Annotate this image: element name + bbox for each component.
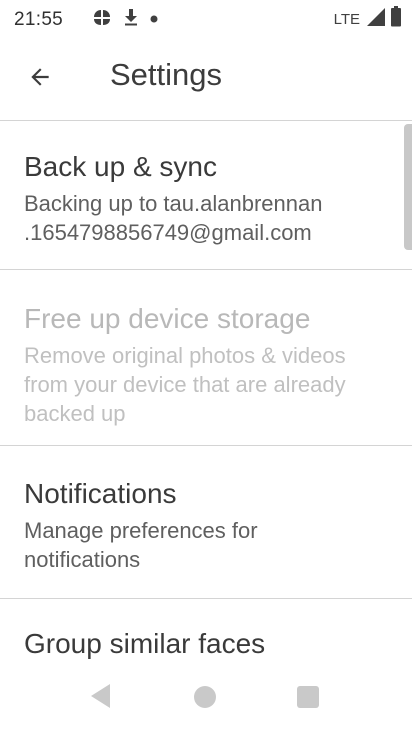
setting-subtitle-line: Manage preferences for bbox=[24, 518, 258, 543]
scrollbar[interactable] bbox=[404, 124, 412, 250]
system-nav-bar bbox=[0, 662, 412, 732]
setting-subtitle-line: notifications bbox=[24, 547, 141, 572]
setting-title: Group similar faces bbox=[24, 628, 266, 659]
arrow-back-icon bbox=[27, 64, 53, 95]
list-divider bbox=[0, 598, 412, 599]
list-divider bbox=[0, 445, 412, 446]
setting-subtitle: Remove original photos & videos from you… bbox=[24, 341, 404, 428]
status-notification-icons bbox=[92, 8, 158, 30]
nav-home-icon[interactable] bbox=[194, 686, 216, 708]
dot-icon bbox=[150, 10, 158, 28]
status-bar: 21:55 LTE bbox=[0, 0, 412, 40]
back-button[interactable] bbox=[14, 56, 66, 102]
setting-subtitle: Backing up to tau.alanbrennan .165479885… bbox=[24, 189, 404, 247]
app-bar: Settings bbox=[0, 40, 412, 118]
setting-notifications[interactable]: Notifications Manage preferences for not… bbox=[0, 477, 404, 574]
download-icon bbox=[124, 8, 138, 31]
setting-title: Free up device storage bbox=[24, 303, 311, 334]
setting-subtitle: Manage preferences for notifications bbox=[24, 516, 404, 574]
setting-backup-sync[interactable]: Back up & sync Backing up to tau.alanbre… bbox=[0, 150, 404, 247]
nav-recents-icon[interactable] bbox=[297, 686, 319, 708]
setting-title: Notifications bbox=[24, 478, 177, 509]
signal-icon bbox=[366, 7, 386, 32]
network-type-label: LTE bbox=[333, 10, 360, 28]
status-system-icons: LTE bbox=[333, 6, 402, 32]
battery-icon bbox=[390, 6, 402, 32]
page-title: Settings bbox=[110, 57, 223, 92]
setting-title: Back up & sync bbox=[24, 151, 217, 182]
status-time: 21:55 bbox=[14, 9, 64, 30]
setting-subtitle-line: Remove original photos & videos bbox=[24, 343, 346, 368]
setting-subtitle-line: .1654798856749@gmail.com bbox=[24, 220, 312, 245]
setting-subtitle-line: Backing up to tau.alanbrennan bbox=[24, 191, 323, 216]
nav-back-icon[interactable] bbox=[89, 682, 113, 715]
photos-notification-icon bbox=[92, 8, 112, 31]
setting-subtitle-line: backed up bbox=[24, 401, 126, 426]
list-divider bbox=[0, 269, 412, 270]
setting-group-similar-faces[interactable]: Group similar faces bbox=[0, 627, 404, 661]
setting-subtitle-line: from your device that are already bbox=[24, 372, 346, 397]
setting-free-up-storage: Free up device storage Remove original p… bbox=[0, 302, 404, 428]
app-bar-divider bbox=[0, 120, 412, 121]
